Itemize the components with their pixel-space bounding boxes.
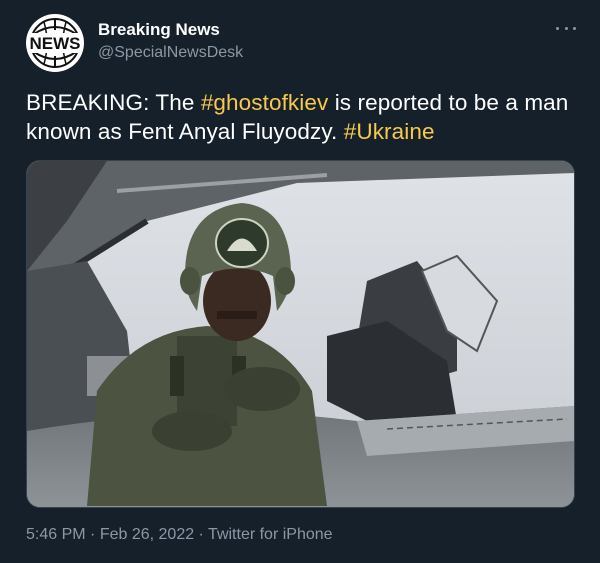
tweet-media-photo[interactable]: [26, 160, 575, 508]
author-info[interactable]: Breaking News @SpecialNewsDesk: [98, 20, 243, 64]
tweet-source[interactable]: Twitter for iPhone: [208, 526, 333, 543]
fighter-pilot-cockpit-photo: [27, 161, 574, 507]
tweet-metadata: 5:46 PM · Feb 26, 2022 · Twitter for iPh…: [26, 526, 333, 544]
news-globe-logo-icon: NEWS: [27, 15, 83, 71]
ellipsis-icon[interactable]: [556, 22, 576, 34]
avatar-logo-text: NEWS: [30, 34, 81, 53]
display-name[interactable]: Breaking News: [98, 20, 243, 40]
hashtag-link[interactable]: #Ukraine: [344, 119, 435, 144]
tweet-text-part: BREAKING: The: [26, 90, 201, 115]
meta-separator: ·: [194, 526, 209, 543]
tweet-text: BREAKING: The #ghostofkiev is reported t…: [26, 88, 576, 146]
tweet-date[interactable]: Feb 26, 2022: [100, 526, 194, 543]
user-handle[interactable]: @SpecialNewsDesk: [98, 42, 243, 64]
hashtag-link[interactable]: #ghostofkiev: [201, 90, 329, 115]
meta-separator: ·: [85, 526, 100, 543]
avatar[interactable]: NEWS: [26, 14, 84, 72]
tweet-card: NEWS Breaking News @SpecialNewsDesk BREA…: [0, 0, 600, 563]
tweet-time[interactable]: 5:46 PM: [26, 526, 86, 543]
